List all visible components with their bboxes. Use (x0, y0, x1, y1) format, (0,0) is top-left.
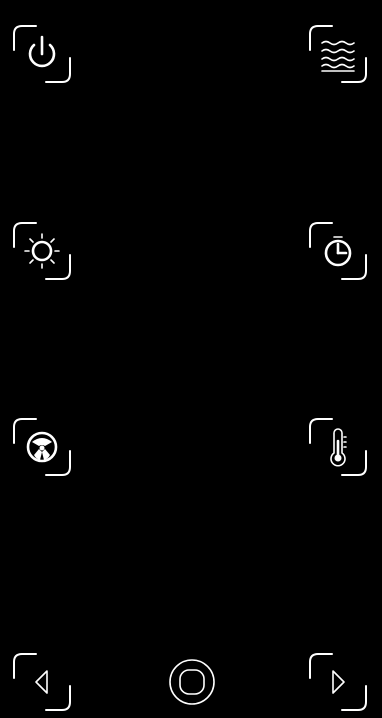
power-icon (28, 35, 56, 68)
cooking-mode-button[interactable] (306, 22, 370, 86)
fan-button[interactable] (10, 415, 74, 479)
triangle-left-icon (35, 670, 48, 694)
sun-icon (24, 233, 60, 269)
fan-icon (26, 431, 58, 463)
temperature-button[interactable] (306, 415, 370, 479)
button-frame (309, 25, 367, 83)
button-frame (309, 653, 367, 711)
power-button[interactable] (10, 22, 74, 86)
timer-icon (324, 236, 352, 267)
triangle-right-icon (332, 670, 345, 694)
button-frame (13, 222, 71, 280)
wave-heat-icon (321, 40, 355, 72)
button-frame (13, 653, 71, 711)
timer-button[interactable] (306, 219, 370, 283)
back-button[interactable] (10, 650, 74, 714)
home-button[interactable] (160, 650, 224, 714)
home-circle-icon (169, 659, 215, 705)
thermometer-icon (330, 428, 347, 467)
forward-button[interactable] (306, 650, 370, 714)
oven-control-screen (0, 0, 382, 718)
light-button[interactable] (10, 219, 74, 283)
